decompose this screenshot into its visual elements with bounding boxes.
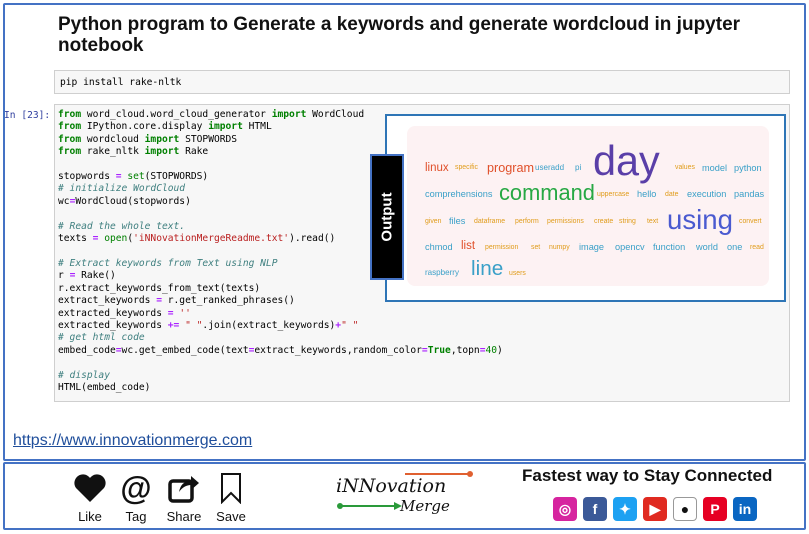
logo-line2: Merge <box>400 497 450 515</box>
like-label: Like <box>78 509 102 524</box>
wordcloud-word: opencv <box>615 242 645 252</box>
output-panel: linux specific program useradd pi day values mo… <box>385 114 786 302</box>
github-icon[interactable]: ● <box>673 497 697 521</box>
wordcloud-word: comprehensions <box>425 189 493 199</box>
wordcloud-word: useradd <box>535 163 565 172</box>
bookmark-icon <box>211 470 251 506</box>
wordcloud-word: execution <box>687 189 727 199</box>
wordcloud-word: dataframe <box>474 218 506 225</box>
cell-prompt: In [23]: <box>4 110 51 121</box>
wordcloud-word: one <box>727 242 743 252</box>
wordcloud-word: values <box>675 164 695 171</box>
pip-install-code: pip install rake-nltk <box>60 77 182 88</box>
wordcloud-word: pi <box>575 163 582 172</box>
wordcloud-word: permissions <box>547 218 584 225</box>
code-line: HTML(embed_code) <box>58 381 151 393</box>
code-line: extracted_keywords = '' <box>58 307 191 319</box>
innovationmerge-logo: iNNovation Merge <box>330 470 480 522</box>
logo-line1: iNNovation <box>336 475 447 497</box>
wordcloud-word: set <box>531 244 541 251</box>
wordcloud-word: command <box>499 180 595 205</box>
save-label: Save <box>216 509 246 524</box>
wordcloud-word: function <box>653 242 686 252</box>
code-line: # display <box>58 369 110 381</box>
wordcloud-word: perform <box>515 218 539 225</box>
linkedin-icon[interactable]: in <box>733 497 757 521</box>
wordcloud-word: world <box>696 242 718 252</box>
wordcloud-word: files <box>449 216 466 226</box>
wordcloud-word: using <box>667 204 733 235</box>
share-label: Share <box>166 509 202 524</box>
wordcloud-word: create <box>594 218 614 225</box>
wordcloud-word: numpy <box>549 244 570 251</box>
save-button[interactable]: Save <box>211 470 251 524</box>
twitter-icon[interactable]: ✦ <box>613 497 637 521</box>
wordcloud-word: model <box>702 163 728 173</box>
code-line: embed_code=wc.get_embed_code(text=extrac… <box>58 344 503 356</box>
wordcloud-word: day <box>593 138 660 184</box>
code-line: # get html code <box>58 332 145 344</box>
wordcloud-word: image <box>579 242 605 252</box>
wordcloud-word: permission <box>485 244 519 251</box>
wordcloud-word: program <box>487 161 535 175</box>
wordcloud-word: chmod <box>425 242 453 252</box>
at-icon: @ <box>120 470 152 506</box>
wordcloud-word: list <box>461 240 476 252</box>
pip-install-cell[interactable]: pip install rake-nltk <box>54 70 790 94</box>
facebook-icon[interactable]: f <box>583 497 607 521</box>
wordcloud-word: given <box>425 218 442 225</box>
wordcloud-word: date <box>665 191 679 198</box>
like-button[interactable]: Like <box>70 470 110 524</box>
wordcloud-word: linux <box>425 162 449 174</box>
code-line: extracted_keywords += " ".join(extract_k… <box>58 319 359 331</box>
tag-label: Tag <box>125 509 147 524</box>
share-button[interactable]: Share <box>164 470 204 524</box>
wordcloud-word: specific <box>455 164 478 171</box>
tagline: Fastest way to Stay Connected <box>522 466 773 485</box>
share-icon <box>164 470 204 506</box>
wordcloud-word: string <box>619 218 636 225</box>
wordcloud-word: read <box>750 244 764 251</box>
social-links: ◎ f ✦ ▶ ● Pin <box>553 497 757 521</box>
wordcloud-word: line <box>471 257 504 280</box>
heart-icon <box>70 470 110 506</box>
wordcloud-word: convert <box>739 218 762 225</box>
output-label: Output <box>378 192 396 242</box>
tag-button[interactable]: @ Tag <box>116 470 156 524</box>
wordcloud-word: users <box>509 270 526 277</box>
website-link[interactable]: https://www.innovationmerge.com <box>13 432 252 450</box>
wordcloud-word: hello <box>637 189 657 199</box>
wordcloud-word: raspberry <box>425 268 459 277</box>
instagram-icon[interactable]: ◎ <box>553 497 577 521</box>
output-label-tab: Output <box>370 154 404 280</box>
page-title: Python program to Generate a keywords an… <box>58 14 741 56</box>
wordcloud: linux specific program useradd pi day values mo… <box>407 126 769 286</box>
wordcloud-word: pandas <box>734 189 765 199</box>
pinterest-icon[interactable]: P <box>703 497 727 521</box>
wordcloud-word: python <box>734 163 762 173</box>
wordcloud-word: uppercase <box>597 191 630 198</box>
youtube-icon[interactable]: ▶ <box>643 497 667 521</box>
wordcloud-word: text <box>647 218 659 225</box>
